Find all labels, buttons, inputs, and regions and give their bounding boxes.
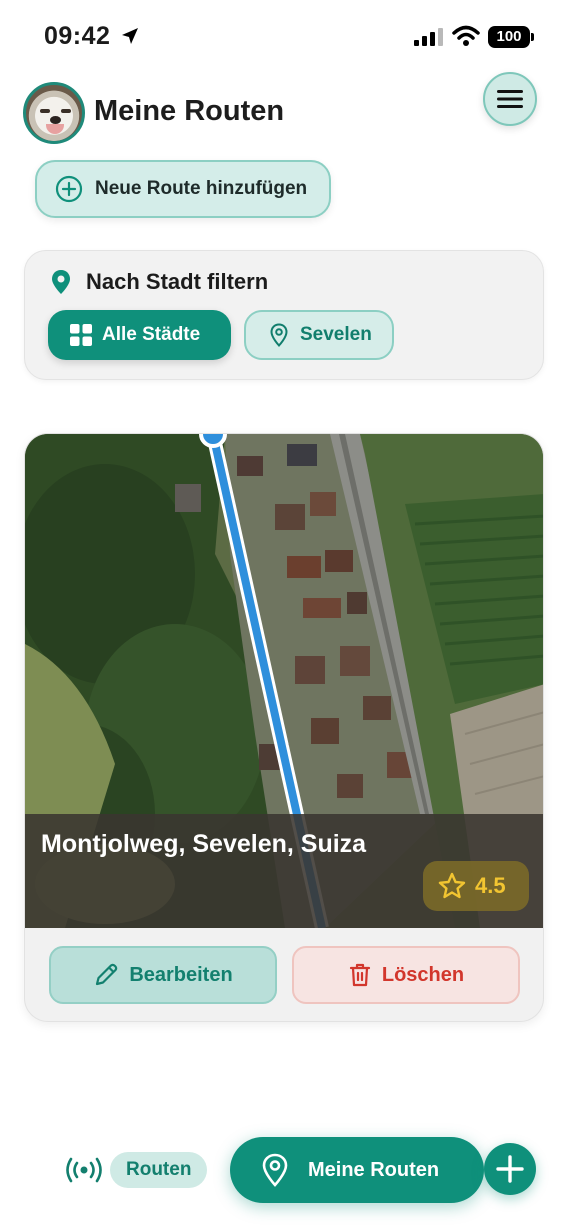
page-title: Meine Routen xyxy=(94,95,285,127)
delete-label: Löschen xyxy=(381,963,465,986)
status-bar: 09:42 100 xyxy=(0,0,567,72)
plus-icon xyxy=(496,1155,524,1183)
wifi-icon xyxy=(452,25,480,46)
nav-routes-tab[interactable]: Routen xyxy=(66,1152,208,1188)
star-icon xyxy=(438,872,466,899)
map-pin-icon xyxy=(262,1153,288,1187)
add-route-button[interactable]: Neue Route hinzufügen xyxy=(35,160,331,218)
broadcast-icon xyxy=(66,1157,102,1183)
avatar-mouth xyxy=(46,124,64,134)
avatar-nose xyxy=(50,116,61,124)
filter-title: Nach Stadt filtern xyxy=(86,269,269,294)
filter-chip-all-cities[interactable]: Alle Städte xyxy=(48,310,231,360)
hamburger-icon xyxy=(497,90,523,108)
plus-circle-icon xyxy=(55,175,83,203)
location-arrow-icon xyxy=(122,28,138,44)
nav-my-routes-label: Meine Routen xyxy=(308,1158,440,1181)
nav-my-routes-button[interactable]: Meine Routen xyxy=(230,1137,484,1203)
status-time: 09:42 xyxy=(44,22,111,50)
filter-chip-label: Alle Städte xyxy=(102,324,201,345)
avatar-eye xyxy=(61,109,71,113)
pencil-icon xyxy=(96,963,118,986)
signal-icon xyxy=(414,28,443,46)
battery-level: 100 xyxy=(496,28,522,45)
map-pin-icon xyxy=(52,270,70,294)
route-name: Montjolweg, Sevelen, Suiza xyxy=(41,830,367,858)
rating-badge: 4.5 xyxy=(423,861,529,911)
add-route-label: Neue Route hinzufügen xyxy=(95,178,308,199)
route-card[interactable]: Montjolweg, Sevelen, Suiza 4.5 Bearbeite… xyxy=(24,433,544,1022)
trash-icon xyxy=(349,963,370,987)
edit-button[interactable]: Bearbeiten xyxy=(49,946,277,1004)
rating-value: 4.5 xyxy=(475,873,506,898)
add-fab-button[interactable] xyxy=(484,1143,536,1195)
filter-chip-sevelen[interactable]: Sevelen xyxy=(244,310,394,360)
avatar[interactable] xyxy=(23,82,85,144)
grid-icon xyxy=(70,324,92,346)
map-pin-icon xyxy=(270,323,288,347)
nav-routes-label: Routen xyxy=(110,1152,208,1188)
delete-button[interactable]: Löschen xyxy=(292,946,520,1004)
menu-button[interactable] xyxy=(483,72,537,126)
battery-icon: 100 xyxy=(488,26,534,48)
filter-chip-label: Sevelen xyxy=(300,324,372,345)
avatar-eye xyxy=(40,109,50,113)
edit-label: Bearbeiten xyxy=(129,963,233,986)
